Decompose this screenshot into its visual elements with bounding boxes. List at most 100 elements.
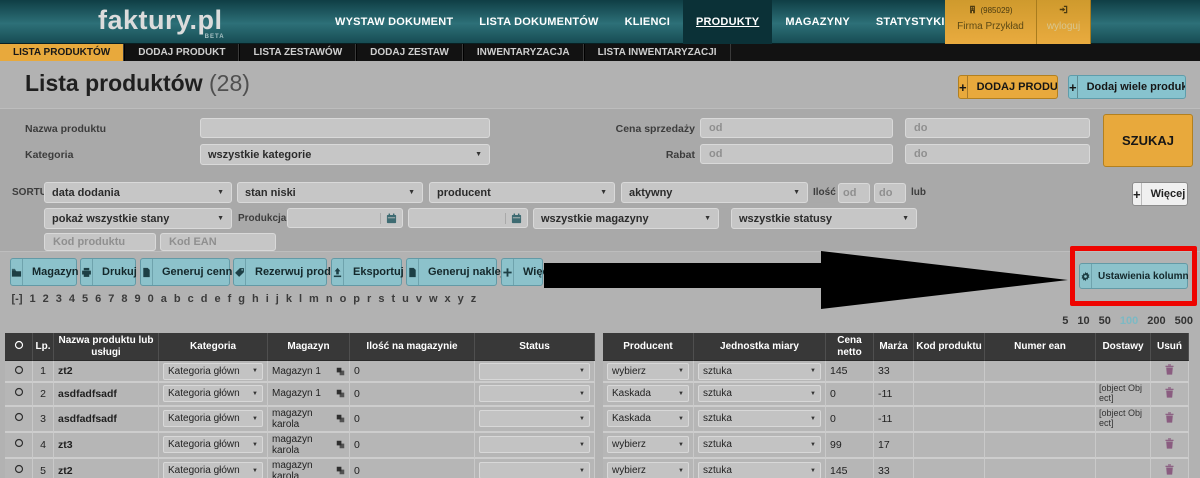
alphabet-item-m[interactable]: m — [306, 293, 323, 305]
column-settings-button[interactable]: Ustawienia kolumn — [1079, 263, 1188, 289]
nav-item-klienci[interactable]: KLIENCI — [612, 0, 683, 44]
discount-to-input[interactable] — [905, 144, 1090, 164]
sort-select-4[interactable]: aktywny▼ — [621, 182, 808, 203]
row-radio-button[interactable] — [14, 365, 24, 375]
alphabet-item-x[interactable]: x — [441, 293, 454, 305]
alphabet-item-e[interactable]: e — [211, 293, 224, 305]
trash-icon[interactable] — [1164, 464, 1175, 475]
status-select[interactable]: ▼ — [479, 385, 590, 402]
trash-icon[interactable] — [1164, 412, 1175, 423]
tab-lista-zestawów[interactable]: LISTA ZESTAWÓW — [239, 44, 356, 61]
alphabet-item-j[interactable]: j — [272, 293, 282, 305]
alphabet-item-c[interactable]: c — [184, 293, 197, 305]
producer-select[interactable]: Kaskada▼ — [607, 410, 689, 427]
action-button-generuj-naklejki[interactable]: Generuj naklejki — [406, 258, 497, 286]
unit-select[interactable]: sztuka▼ — [698, 436, 821, 453]
alphabet-item-s[interactable]: s — [375, 293, 388, 305]
category-select[interactable]: wszystkie kategorie▼ — [200, 144, 490, 165]
transfer-squares-icon[interactable] — [336, 440, 345, 449]
production-date-to-input[interactable] — [408, 208, 528, 228]
search-button[interactable]: SZUKAJ — [1103, 114, 1193, 167]
production-date-from-input[interactable] — [287, 208, 403, 228]
transfer-squares-icon[interactable] — [336, 389, 345, 398]
tab-dodaj-zestaw[interactable]: DODAJ ZESTAW — [356, 44, 463, 61]
alphabet-item-7[interactable]: 7 — [105, 293, 118, 305]
trash-icon[interactable] — [1164, 438, 1175, 449]
price-to-input[interactable] — [905, 118, 1090, 138]
row-radio-button[interactable] — [14, 412, 24, 422]
producer-select[interactable]: wybierz▼ — [607, 436, 689, 453]
quantity-from-input[interactable] — [838, 183, 870, 203]
transfer-squares-icon[interactable] — [336, 466, 345, 475]
alphabet-item--[interactable]: [-] — [8, 293, 26, 305]
status-select[interactable]: ▼ — [479, 410, 590, 427]
alphabet-item-d[interactable]: d — [197, 293, 211, 305]
category-select[interactable]: Kategoria główn▼ — [163, 436, 263, 453]
category-select[interactable]: Kategoria główn▼ — [163, 462, 263, 478]
add-product-button[interactable]: + DODAJ PRODUKT — [958, 75, 1058, 99]
unit-select[interactable]: sztuka▼ — [698, 462, 821, 478]
add-many-products-button[interactable]: + Dodaj wiele produktów — [1068, 75, 1186, 99]
alphabet-item-n[interactable]: n — [322, 293, 336, 305]
action-button-drukuj[interactable]: Drukuj — [80, 258, 136, 286]
nav-item-magazyny[interactable]: MAGAZYNY — [772, 0, 863, 44]
action-button-magazyn[interactable]: Magazyn — [10, 258, 77, 286]
nav-item-lista-dokumentów[interactable]: LISTA DOKUMENTÓW — [466, 0, 611, 44]
row-radio-button[interactable] — [14, 438, 24, 448]
page-size-100[interactable]: 100 — [1120, 315, 1138, 327]
alphabet-item-p[interactable]: p — [350, 293, 364, 305]
product-name-input[interactable] — [200, 118, 490, 138]
status-select[interactable]: ▼ — [479, 436, 590, 453]
action-button-generuj-cennik[interactable]: Generuj cennik — [140, 258, 230, 286]
nav-item-statystyki[interactable]: STATYSTYKI — [863, 0, 958, 44]
row-radio-button[interactable] — [14, 464, 24, 474]
alphabet-item-0[interactable]: 0 — [144, 293, 157, 305]
unit-select[interactable]: sztuka▼ — [698, 385, 821, 402]
alphabet-item-u[interactable]: u — [399, 293, 413, 305]
tab-dodaj-produkt[interactable]: DODAJ PRODUKT — [124, 44, 239, 61]
tab-lista-produktów[interactable]: LISTA PRODUKTÓW — [0, 44, 124, 61]
trash-icon[interactable] — [1164, 364, 1175, 375]
alphabet-item-i[interactable]: i — [262, 293, 272, 305]
alphabet-item-3[interactable]: 3 — [52, 293, 65, 305]
alphabet-item-b[interactable]: b — [170, 293, 184, 305]
logout-button[interactable]: wyloguj — [1037, 0, 1091, 44]
alphabet-item-5[interactable]: 5 — [79, 293, 92, 305]
quantity-to-input[interactable] — [874, 183, 906, 203]
page-size-500[interactable]: 500 — [1175, 315, 1193, 327]
sort-select-2[interactable]: stan niski▼ — [237, 182, 423, 203]
alphabet-item-r[interactable]: r — [364, 293, 375, 305]
alphabet-item-h[interactable]: h — [249, 293, 263, 305]
nav-item-wystaw-dokument[interactable]: WYSTAW DOKUMENT — [322, 0, 466, 44]
alphabet-item-8[interactable]: 8 — [118, 293, 131, 305]
alphabet-item-l[interactable]: l — [295, 293, 305, 305]
page-size-50[interactable]: 50 — [1099, 315, 1111, 327]
category-select[interactable]: Kategoria główn▼ — [163, 363, 263, 380]
action-button-więcej[interactable]: Więcej — [501, 258, 543, 286]
alphabet-item-g[interactable]: g — [235, 293, 249, 305]
tab-inwentaryzacja[interactable]: INWENTARYZACJA — [463, 44, 584, 61]
page-size-200[interactable]: 200 — [1147, 315, 1165, 327]
unit-select[interactable]: sztuka▼ — [698, 410, 821, 427]
more-filters-button[interactable]: + Więcej — [1132, 182, 1188, 206]
alphabet-item-2[interactable]: 2 — [39, 293, 52, 305]
alphabet-item-z[interactable]: z — [467, 293, 480, 305]
trash-icon[interactable] — [1164, 387, 1175, 398]
price-from-input[interactable] — [700, 118, 893, 138]
alphabet-item-v[interactable]: v — [412, 293, 425, 305]
sort-select-3[interactable]: producent▼ — [429, 182, 615, 203]
status-select[interactable]: ▼ — [479, 462, 590, 478]
producer-select[interactable]: Kaskada▼ — [607, 385, 689, 402]
producer-select[interactable]: wybierz▼ — [607, 462, 689, 478]
tab-lista-inwentaryzacji[interactable]: LISTA INWENTARYZACJI — [584, 44, 731, 61]
alphabet-item-o[interactable]: o — [336, 293, 350, 305]
states-select[interactable]: pokaż wszystkie stany▼ — [44, 208, 232, 229]
alphabet-item-9[interactable]: 9 — [131, 293, 144, 305]
action-button-rezerwuj-produkt[interactable]: Rezerwuj produkt — [233, 258, 327, 286]
category-select[interactable]: Kategoria główn▼ — [163, 410, 263, 427]
page-size-5[interactable]: 5 — [1062, 315, 1068, 327]
sort-select-1[interactable]: data dodania▼ — [44, 182, 232, 203]
transfer-squares-icon[interactable] — [336, 367, 345, 376]
alphabet-item-f[interactable]: f — [224, 293, 235, 305]
alphabet-item-w[interactable]: w — [425, 293, 441, 305]
